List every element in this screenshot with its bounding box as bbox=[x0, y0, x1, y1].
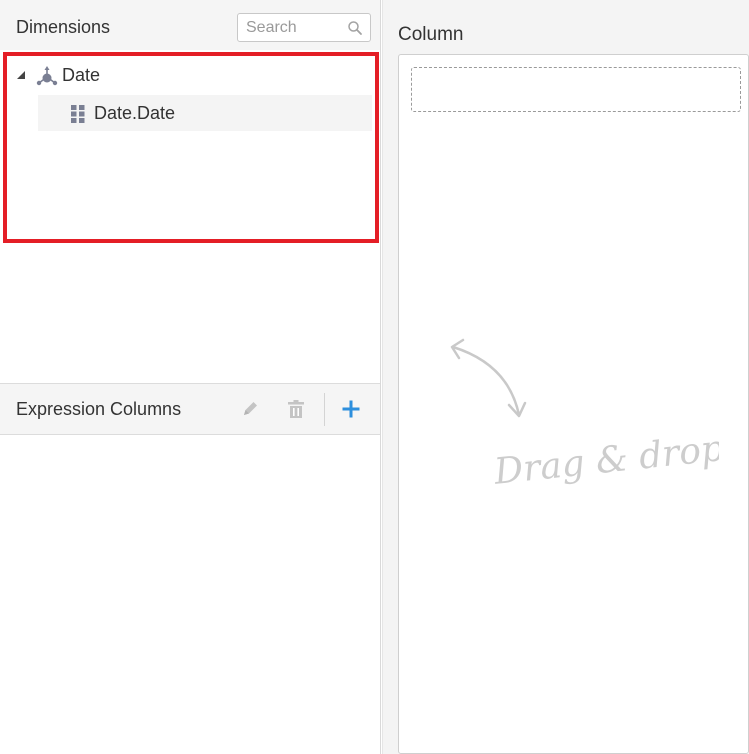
search-icon[interactable] bbox=[347, 20, 363, 36]
collapse-toggle-icon[interactable] bbox=[16, 70, 26, 80]
drop-slot[interactable] bbox=[411, 67, 741, 112]
highlight-box bbox=[3, 52, 379, 243]
dimensions-header: Dimensions bbox=[0, 0, 380, 50]
column-section-title: Column bbox=[398, 24, 464, 45]
column-drop-container[interactable]: Drag & drop bbox=[398, 54, 749, 754]
drag-drop-hint-text: Drag & drop bbox=[491, 428, 719, 493]
left-panel: Dimensions Date bbox=[0, 0, 381, 754]
expression-columns-list bbox=[0, 435, 380, 754]
right-panel: Column Drag & drop bbox=[382, 0, 749, 754]
tree-item-date-date[interactable]: Date.Date bbox=[38, 95, 372, 131]
dimensions-tree: Date Date.Date bbox=[0, 50, 380, 383]
plus-icon[interactable] bbox=[339, 397, 363, 421]
expression-columns-title: Expression Columns bbox=[16, 399, 182, 419]
tree-item-label: Date.Date bbox=[94, 103, 176, 123]
dimensions-title: Dimensions bbox=[16, 17, 111, 37]
tree-item-date[interactable]: Date bbox=[62, 65, 100, 86]
grid-icon bbox=[71, 105, 85, 123]
expression-columns-header: Expression Columns bbox=[0, 383, 380, 435]
drag-drop-hint: Drag & drop bbox=[450, 338, 719, 493]
trash-icon[interactable] bbox=[284, 397, 308, 421]
search-box[interactable] bbox=[237, 13, 371, 42]
pencil-icon[interactable] bbox=[238, 397, 262, 421]
toolbar-separator bbox=[324, 393, 325, 426]
search-input[interactable] bbox=[239, 15, 343, 40]
dimension-icon bbox=[36, 66, 58, 86]
